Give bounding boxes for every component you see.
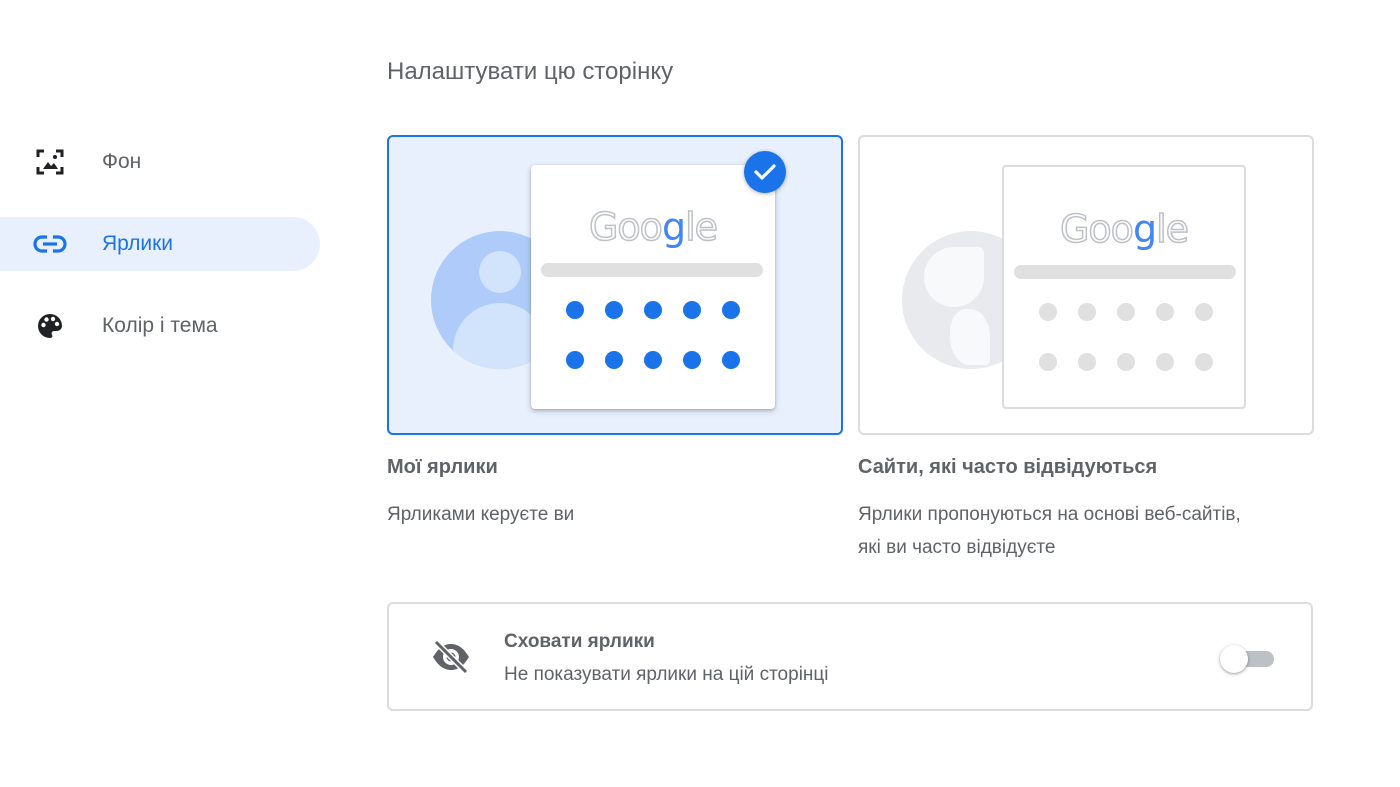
wallpaper-icon <box>33 148 67 176</box>
sidebar-item-background[interactable]: Фон <box>0 135 320 189</box>
sidebar-item-label: Фон <box>102 150 142 173</box>
preview-searchbar <box>541 263 763 277</box>
palette-icon <box>33 312 67 340</box>
link-icon <box>33 230 67 258</box>
sidebar-item-color-theme[interactable]: Колір і тема <box>0 299 320 353</box>
sidebar: Фон Ярлики Колір і тема <box>0 0 330 787</box>
option-desc-my-shortcuts: Ярликами керуєте ви <box>387 504 575 525</box>
customize-page: Фон Ярлики Колір і тема Налаштувати цю с… <box>0 0 1400 787</box>
hide-shortcuts-description: Не показувати ярлики на цій сторінці <box>504 664 829 685</box>
preview-page: Google <box>1002 165 1246 409</box>
most-visited-card[interactable]: Google <box>858 135 1314 435</box>
option-title-my-shortcuts: Мої ярлики <box>387 456 498 478</box>
page-title: Налаштувати цю сторінку <box>387 58 674 85</box>
preview-shortcut-dots <box>1028 303 1224 371</box>
sidebar-item-shortcuts[interactable]: Ярлики <box>0 217 320 271</box>
option-desc-most-visited: Ярлики пропонуються на основі веб-сайтів… <box>858 504 1241 558</box>
my-shortcuts-card[interactable]: Google <box>387 135 843 435</box>
visibility-off-icon <box>431 639 471 675</box>
hide-shortcuts-panel: Сховати ярлики Не показувати ярлики на ц… <box>387 602 1313 711</box>
preview-page: Google <box>531 165 775 409</box>
toggle-knob <box>1220 645 1248 673</box>
check-icon <box>744 151 786 193</box>
preview-shortcut-dots <box>555 301 751 369</box>
sidebar-item-label: Колір і тема <box>102 314 218 337</box>
hide-shortcuts-toggle[interactable] <box>1220 645 1274 673</box>
hide-shortcuts-title: Сховати ярлики <box>504 631 655 652</box>
option-title-most-visited: Сайти, які часто відвідуються <box>858 456 1158 478</box>
sidebar-item-label: Ярлики <box>102 232 174 255</box>
google-logo: Google <box>1059 206 1190 252</box>
preview-searchbar <box>1014 265 1236 279</box>
google-logo: Google <box>588 204 719 250</box>
